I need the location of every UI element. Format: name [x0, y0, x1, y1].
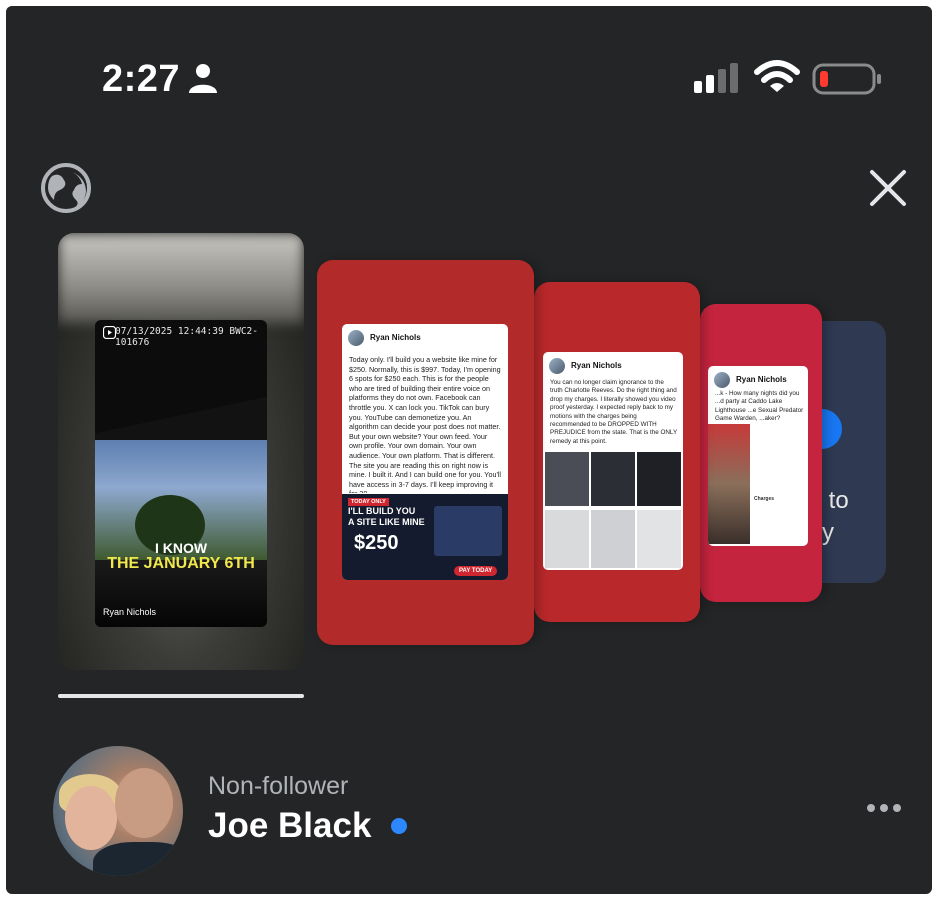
story-card-active[interactable]: 07/13/2025 12:44:39 BWC2-101676 I KNOW T…: [58, 233, 304, 670]
shared-post: Ryan Nichols Today only. I'll build you …: [342, 324, 508, 580]
post-author-name: Ryan Nichols: [370, 333, 421, 342]
post-author-name: Ryan Nichols: [571, 361, 622, 370]
wifi-icon: [754, 60, 800, 92]
post-author-avatar: [348, 330, 364, 346]
story-card-2[interactable]: Ryan Nichols Today only. I'll build you …: [317, 260, 534, 645]
post-author-avatar: [714, 372, 730, 388]
ad-badge: TODAY ONLY: [348, 498, 389, 506]
post-author-name: Ryan Nichols: [736, 375, 787, 384]
reel-caption-line2: THE JANUARY 6TH: [107, 555, 255, 572]
story-card-4[interactable]: Ryan Nichols ...k - How many nights did …: [700, 304, 822, 602]
ad-laptop-image: [434, 506, 502, 556]
post-text: Today only. I'll build you a website lik…: [349, 355, 501, 493]
ad-line2: A SITE LIKE MINE: [348, 517, 425, 527]
reel-author: Ryan Nichols: [103, 607, 157, 617]
story-archive-screen: 2:27 07/13/2025 12:44:39 BWC2-101676 I K…: [6, 6, 932, 894]
person-icon: [189, 64, 217, 93]
post-image: [708, 424, 750, 544]
user-name[interactable]: Joe Black: [208, 806, 371, 846]
ad-line1: I'LL BUILD YOU: [348, 506, 416, 516]
status-time: 2:27: [102, 58, 181, 100]
post-author-avatar: [549, 358, 565, 374]
reel-timestamp: 07/13/2025 12:44:39 BWC2-101676: [115, 326, 258, 348]
blurred-background: [58, 233, 304, 323]
globe-privacy-icon[interactable]: [40, 162, 92, 214]
online-status-dot: [391, 818, 407, 834]
shared-post: Ryan Nichols You can no longer claim ign…: [543, 352, 683, 570]
battery-low-icon: [812, 63, 881, 95]
post-charges-list: Charges: [754, 426, 806, 502]
post-text: You can no longer claim ignorance to the…: [550, 379, 678, 445]
ad-cta: PAY TODAY: [454, 566, 498, 576]
active-story-indicator: [58, 694, 304, 698]
avatar[interactable]: [53, 746, 183, 876]
more-options-icon[interactable]: [866, 802, 902, 814]
story-card-3[interactable]: Ryan Nichols You can no longer claim ign…: [534, 282, 700, 622]
post-image-grid: [545, 452, 681, 568]
follow-status: Non-follower: [208, 772, 349, 800]
post-ad-image: TODAY ONLY I'LL BUILD YOU A SITE LIKE MI…: [342, 494, 508, 580]
ad-price: $250: [354, 532, 399, 554]
reel-preview[interactable]: 07/13/2025 12:44:39 BWC2-101676 I KNOW T…: [95, 320, 267, 627]
post-text: ...k - How many nights did you ...d part…: [715, 390, 804, 423]
close-icon[interactable]: [868, 168, 908, 208]
shared-post: Ryan Nichols ...k - How many nights did …: [708, 366, 808, 546]
cellular-signal-icon: [694, 63, 738, 93]
charges-heading: Charges: [754, 496, 775, 502]
reel-caption-line1: I KNOW: [154, 540, 208, 556]
